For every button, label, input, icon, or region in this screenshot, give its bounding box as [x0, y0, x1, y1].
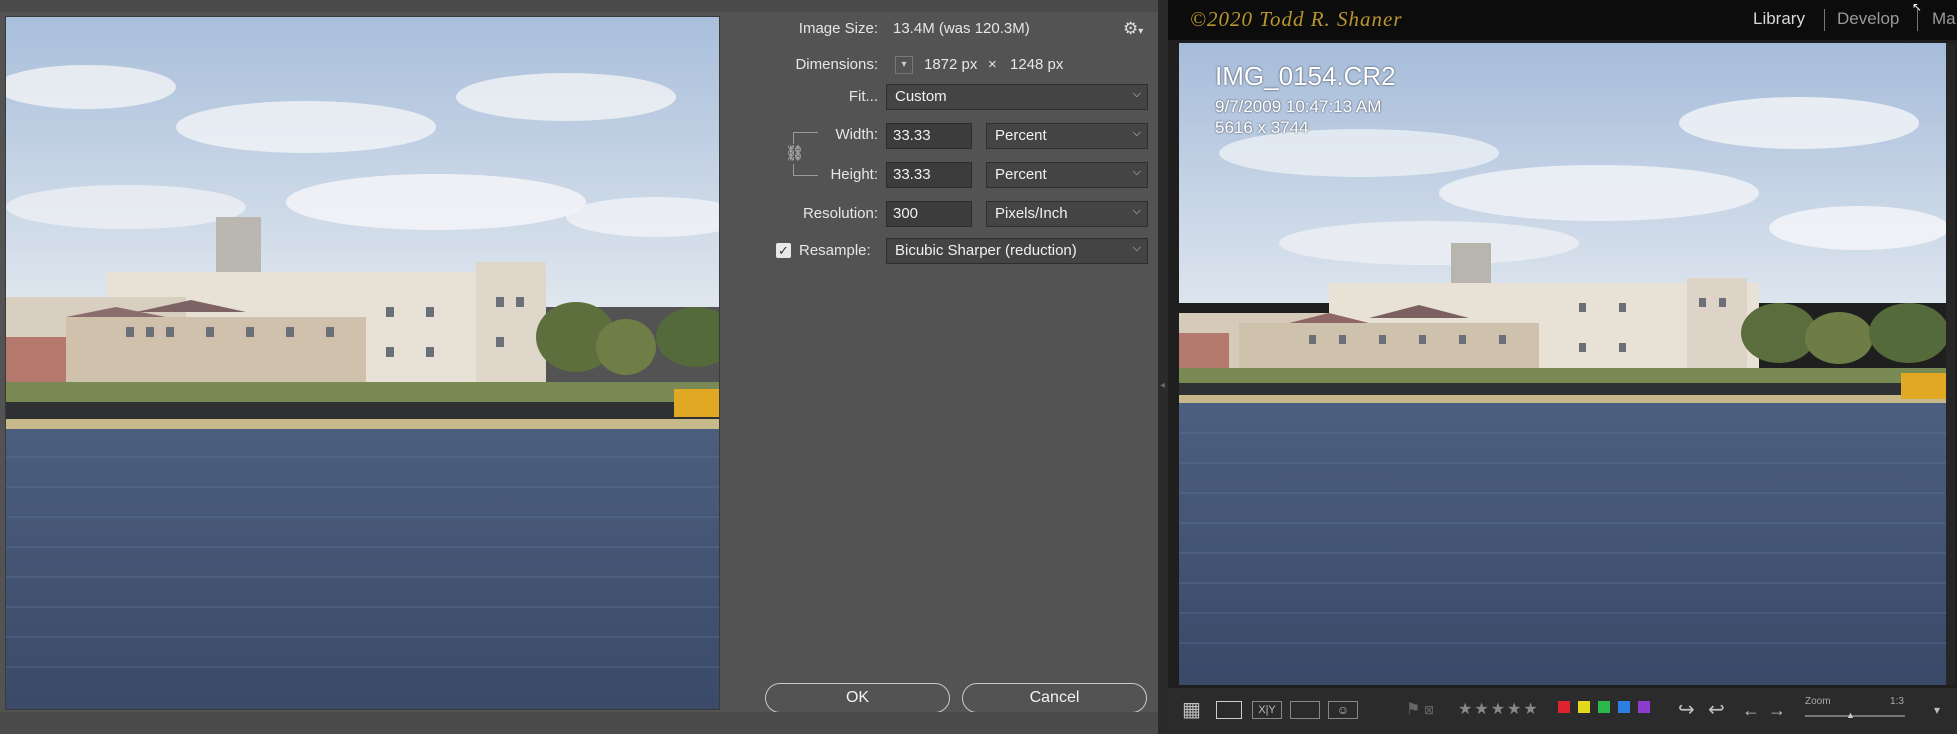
people-view-icon[interactable]: ☺ [1328, 701, 1358, 719]
resolution-unit-value: Pixels/Inch [995, 205, 1068, 222]
color-label-yellow[interactable] [1578, 701, 1590, 713]
resample-checkbox[interactable]: ✓ [776, 243, 791, 258]
zoom-slider[interactable] [1805, 715, 1905, 717]
star-icon[interactable]: ★ [1507, 701, 1523, 718]
arrow-right-icon[interactable]: → [1768, 700, 1786, 720]
preview-photo [6, 17, 719, 709]
image-preview[interactable] [5, 16, 720, 710]
chevron-down-icon[interactable]: ▾ [895, 56, 913, 74]
width-unit-value: Percent [995, 127, 1047, 144]
dialog-top-strip [0, 0, 1158, 12]
loupe-info-filename: IMG_0154.CR2 [1215, 61, 1396, 91]
rotate-left-icon[interactable]: ↪ [1678, 700, 1695, 720]
arrow-left-icon[interactable]: ← [1742, 700, 1760, 720]
dimensions-label: Dimensions: [795, 56, 878, 73]
module-map[interactable]: Ma [1932, 9, 1956, 29]
color-label-red[interactable] [1558, 701, 1570, 713]
panel-collapse-icon[interactable]: ◂ [1160, 380, 1165, 391]
check-icon: ✓ [778, 243, 789, 258]
window-divider: ◂ [1158, 0, 1168, 734]
chevron-down-icon: ⌵ [1132, 166, 1141, 178]
resample-label: Resample: [799, 242, 871, 259]
grid-view-icon[interactable]: ▦ [1182, 700, 1201, 720]
resolution-unit-select[interactable]: Pixels/Inch ⌵ [986, 201, 1148, 227]
star-icon[interactable]: ★ [1458, 701, 1474, 718]
zoom-slider-thumb[interactable]: ▲ [1846, 710, 1855, 720]
loupe-photo-image [1179, 43, 1946, 685]
cancel-button[interactable]: Cancel [962, 683, 1147, 713]
lightroom-window: ©2020 Todd R. Shaner Library Develop Ma … [1168, 0, 1957, 734]
star-icon[interactable]: ★ [1523, 701, 1539, 718]
resolution-label: Resolution: [802, 205, 878, 222]
flag-icon[interactable]: ⚑ [1406, 700, 1420, 720]
dialog-bottom-strip [0, 712, 1158, 734]
color-label-green[interactable] [1598, 701, 1610, 713]
identity-plate: ©2020 Todd R. Shaner [1190, 7, 1403, 31]
chevron-down-icon: ⌵ [1132, 127, 1141, 139]
resample-select-value: Bicubic Sharper (reduction) [895, 242, 1077, 259]
color-label-purple[interactable] [1638, 701, 1650, 713]
gear-icon[interactable]: ⚙▾ [1123, 19, 1143, 39]
module-library[interactable]: Library [1753, 9, 1805, 29]
zoom-value: 1:3 [1890, 696, 1904, 707]
chevron-down-icon: ⌵ [1132, 242, 1141, 254]
width-input[interactable]: 33.33 [886, 123, 972, 149]
loupe-photo[interactable]: IMG_0154.CR2 9/7/2009 10:47:13 AM 5616 x… [1179, 43, 1946, 685]
zoom-label: Zoom [1805, 696, 1831, 707]
module-develop[interactable]: Develop [1837, 9, 1899, 29]
height-unit-select[interactable]: Percent ⌵ [986, 162, 1148, 188]
height-label: Height: [830, 166, 878, 183]
loupe-view-icon[interactable] [1216, 701, 1242, 719]
survey-view-icon[interactable] [1290, 701, 1320, 719]
right-panel-edge [1946, 43, 1955, 685]
star-icon[interactable]: ★ [1491, 701, 1507, 718]
width-label: Width: [835, 126, 878, 143]
image-size-dialog: Image Size: 13.4M (was 120.3M) ⚙▾ Dimens… [0, 0, 1158, 734]
lightroom-top-bar: ©2020 Todd R. Shaner Library Develop Ma … [1168, 0, 1957, 40]
image-size-label: Image Size: [798, 20, 878, 37]
chevron-down-icon: ⌵ [1132, 88, 1141, 100]
dimensions-height-value: 1248 px [1010, 56, 1064, 73]
dimensions-times: × [988, 56, 997, 73]
height-input[interactable]: 33.33 [886, 162, 972, 188]
star-icon[interactable]: ★ [1474, 701, 1490, 718]
fit-select[interactable]: Custom ⌵ [886, 84, 1148, 110]
loupe-info-datetime: 9/7/2009 10:47:13 AM [1215, 97, 1382, 116]
mouse-cursor-icon: ↖ [1912, 0, 1923, 14]
fit-label: Fit... [848, 88, 878, 105]
loupe-info-dimensions: 5616 x 3744 [1215, 118, 1309, 137]
color-label-blue[interactable] [1618, 701, 1630, 713]
dimensions-width-value: 1872 px [924, 56, 978, 73]
width-unit-select[interactable]: Percent ⌵ [986, 123, 1148, 149]
image-size-value: 13.4M (was 120.3M) [893, 20, 1030, 37]
star-rating[interactable]: ★★★★★ [1458, 700, 1540, 720]
link-icon[interactable]: ⛓ [785, 144, 804, 164]
toolbar-menu-chevron-icon[interactable]: ▾ [1934, 700, 1940, 720]
ok-button[interactable]: OK [765, 683, 950, 713]
fit-select-value: Custom [895, 88, 947, 105]
height-unit-value: Percent [995, 166, 1047, 183]
reject-flag-icon[interactable]: ⊠ [1424, 700, 1434, 720]
rotate-right-icon[interactable]: ↩ [1708, 700, 1725, 720]
compare-view-icon[interactable]: X|Y [1252, 701, 1282, 719]
resolution-input[interactable]: 300 [886, 201, 972, 227]
resample-select[interactable]: Bicubic Sharper (reduction) ⌵ [886, 238, 1148, 264]
module-separator [1824, 9, 1825, 31]
chevron-down-icon: ⌵ [1132, 205, 1141, 217]
